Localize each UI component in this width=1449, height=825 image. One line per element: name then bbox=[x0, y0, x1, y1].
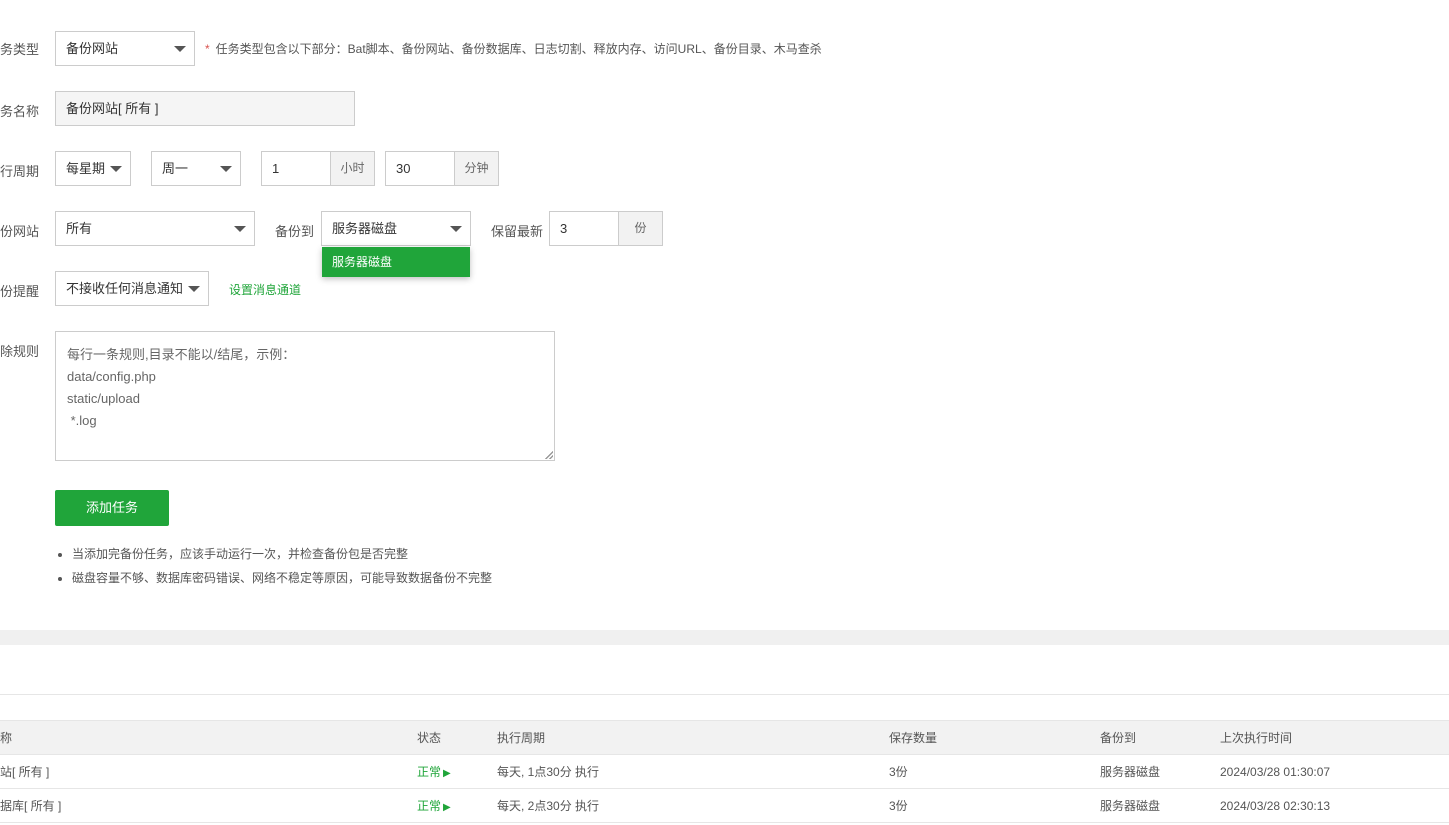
status-toggle[interactable]: 正常 ▶ bbox=[417, 754, 497, 789]
backup-to-select[interactable]: 服务器磁盘 bbox=[321, 211, 471, 246]
hour-unit: 小时 bbox=[330, 151, 375, 186]
col-target-header: 备份到 bbox=[1100, 720, 1220, 755]
period-weekday-select[interactable]: 周一 bbox=[151, 151, 241, 186]
notify-label: 份提醒 bbox=[0, 284, 40, 299]
col-name-header: 称 bbox=[0, 720, 417, 755]
col-period-header: 执行周期 bbox=[497, 720, 889, 755]
status-text: 正常 bbox=[417, 799, 442, 813]
placeholder-line: 每行一条规则,目录不能以/结尾，示例： bbox=[67, 347, 296, 362]
col-status-header: 状态 bbox=[417, 720, 497, 755]
note-item: 磁盘容量不够、数据库密码错误、网络不稳定等原因，可能导致数据备份不完整 bbox=[72, 569, 492, 593]
task-type-label: 务类型 bbox=[0, 42, 40, 57]
target-cell: 服务器磁盘 bbox=[1100, 788, 1220, 823]
task-name-input[interactable]: 备份网站[ 所有 ] bbox=[55, 91, 355, 126]
chevron-down-icon bbox=[450, 226, 462, 232]
chevron-down-icon bbox=[234, 226, 246, 232]
chevron-down-icon bbox=[110, 166, 122, 172]
section-separator bbox=[0, 630, 1449, 645]
minute-unit: 分钟 bbox=[454, 151, 499, 186]
set-message-channel-link[interactable]: 设置消息通道 bbox=[229, 281, 301, 298]
keep-input[interactable]: 3 bbox=[549, 211, 619, 246]
play-icon: ▶ bbox=[443, 802, 451, 813]
task-type-select[interactable]: 备份网站 bbox=[55, 31, 195, 66]
task-name-value: 备份网站[ 所有 ] bbox=[66, 101, 159, 116]
task-type-hint-text: 任务类型包含以下部分：Bat脚本、备份网站、备份数据库、日志切割、释放内存、访问… bbox=[215, 42, 822, 56]
keep-label: 保留最新 bbox=[491, 224, 544, 239]
table-row: 据库[ 所有 ] 正常 ▶ 每天, 2点30分 执行 3份 服务器磁盘 2024/… bbox=[0, 788, 1449, 823]
hour-value: 1 bbox=[272, 161, 280, 176]
table-header-row: 称 状态 执行周期 保存数量 备份到 上次执行时间 bbox=[0, 720, 1449, 755]
notes-list: 当添加完备份任务，应该手动运行一次，并检查备份包是否完整 磁盘容量不够、数据库密… bbox=[55, 545, 492, 593]
hour-input[interactable]: 1 bbox=[261, 151, 331, 186]
last-run-cell: 2024/03/28 02:30:13 bbox=[1220, 788, 1449, 823]
period-cell: 每天, 2点30分 执行 bbox=[497, 788, 889, 823]
status-text: 正常 bbox=[417, 765, 442, 779]
chevron-down-icon bbox=[188, 286, 200, 292]
task-name-cell: 站[ 所有 ] bbox=[0, 754, 417, 789]
minute-input[interactable]: 30 bbox=[385, 151, 455, 186]
chevron-down-icon bbox=[174, 46, 186, 52]
task-type-hint: * 任务类型包含以下部分：Bat脚本、备份网站、备份数据库、日志切割、释放内存、访… bbox=[205, 40, 822, 57]
table-row: 站[ 所有 ] 正常 ▶ 每天, 1点30分 执行 3份 服务器磁盘 2024/0… bbox=[0, 754, 1449, 789]
task-name-label: 务名称 bbox=[0, 104, 40, 119]
col-lastrun-header: 上次执行时间 bbox=[1220, 720, 1449, 755]
keep-unit: 份 bbox=[618, 211, 663, 246]
site-label: 份网站 bbox=[0, 224, 40, 239]
placeholder-line: *.log bbox=[67, 413, 97, 428]
notify-select[interactable]: 不接收任何消息通知 bbox=[55, 271, 209, 306]
backup-to-value: 服务器磁盘 bbox=[332, 221, 398, 236]
placeholder-line: static/upload bbox=[67, 391, 140, 406]
note-item: 当添加完备份任务，应该手动运行一次，并检查备份包是否完整 bbox=[72, 545, 492, 569]
keep-value: 3 bbox=[560, 221, 568, 236]
resize-handle-icon[interactable] bbox=[545, 451, 553, 459]
minute-value: 30 bbox=[396, 161, 411, 176]
target-cell: 服务器磁盘 bbox=[1100, 754, 1220, 789]
task-type-value: 备份网站 bbox=[66, 41, 119, 56]
period-freq-select[interactable]: 每星期 bbox=[55, 151, 131, 186]
col-count-header: 保存数量 bbox=[889, 720, 1100, 755]
exclude-textarea[interactable]: 每行一条规则,目录不能以/结尾，示例： data/config.php stat… bbox=[55, 331, 555, 461]
required-star: * bbox=[205, 42, 210, 56]
exclude-label: 除规则 bbox=[0, 344, 40, 359]
chevron-down-icon bbox=[220, 166, 232, 172]
period-cell: 每天, 1点30分 执行 bbox=[497, 754, 889, 789]
play-icon: ▶ bbox=[443, 768, 451, 779]
period-freq-value: 每星期 bbox=[66, 161, 106, 176]
task-name-cell: 据库[ 所有 ] bbox=[0, 788, 417, 823]
count-cell: 3份 bbox=[889, 788, 1100, 823]
period-label: 行周期 bbox=[0, 164, 40, 179]
backup-to-label: 备份到 bbox=[275, 224, 315, 239]
notify-value: 不接收任何消息通知 bbox=[66, 281, 184, 296]
status-toggle[interactable]: 正常 ▶ bbox=[417, 788, 497, 823]
site-value: 所有 bbox=[66, 221, 93, 236]
add-task-button[interactable]: 添加任务 bbox=[55, 490, 169, 526]
backup-to-dropdown-option[interactable]: 服务器磁盘 bbox=[322, 247, 470, 277]
placeholder-line: data/config.php bbox=[67, 369, 156, 384]
site-select[interactable]: 所有 bbox=[55, 211, 255, 246]
period-weekday-value: 周一 bbox=[162, 161, 189, 176]
count-cell: 3份 bbox=[889, 754, 1100, 789]
last-run-cell: 2024/03/28 01:30:07 bbox=[1220, 754, 1449, 789]
divider bbox=[0, 694, 1449, 695]
task-table: 称 状态 执行周期 保存数量 备份到 上次执行时间 站[ 所有 ] 正常 ▶ 每天… bbox=[0, 720, 1449, 823]
